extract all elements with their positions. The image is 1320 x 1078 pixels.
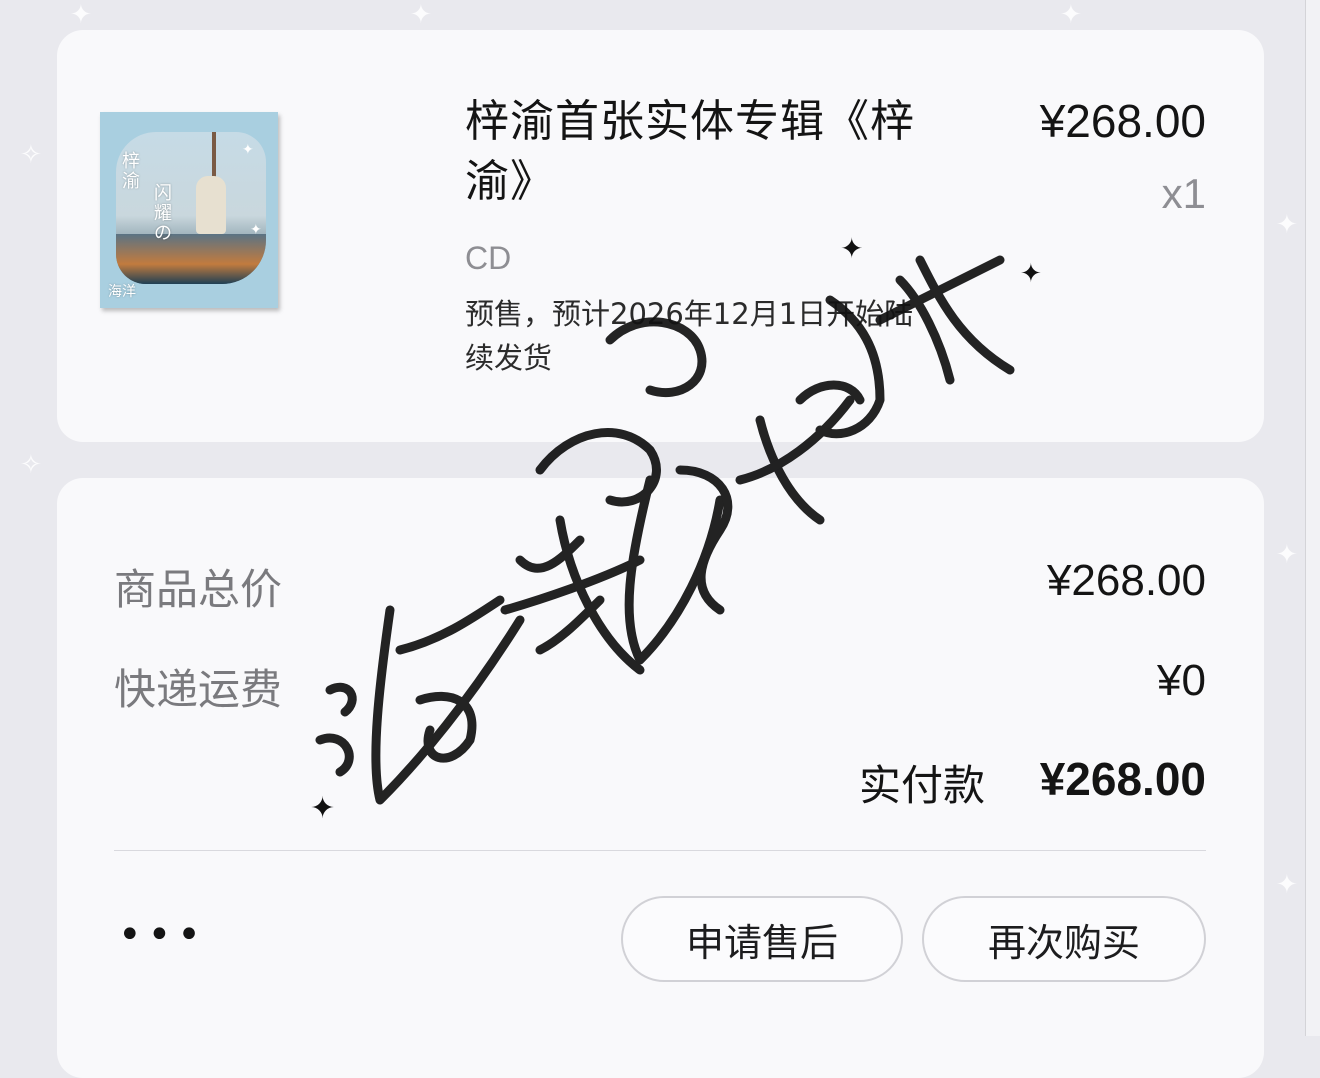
right-edge-strip: [1305, 0, 1320, 1036]
sparkle-icon: ✦: [1276, 870, 1298, 900]
apply-aftersale-button[interactable]: 申请售后: [621, 896, 903, 982]
album-cover-title: 梓渝: [122, 151, 140, 192]
sparkle-icon: ✧: [20, 450, 42, 480]
subtotal-label: 商品总价: [114, 565, 283, 614]
album-figure: [196, 176, 226, 234]
sparkle-icon: ✦: [410, 0, 432, 30]
sparkle-icon: ✦: [242, 142, 254, 158]
sparkle-icon: ✦: [250, 222, 262, 238]
album-box: 梓渝 闪耀の 海洋 ✦ ✦: [100, 112, 278, 308]
sparkle-icon: ✦: [70, 0, 92, 30]
sparkle-icon: ✦: [1276, 210, 1298, 240]
shipping-label: 快递运费: [114, 665, 283, 714]
buy-again-button[interactable]: 再次购买: [922, 896, 1206, 982]
sparkle-icon: ✦: [1060, 0, 1082, 30]
more-dots-icon[interactable]: •••: [118, 912, 207, 958]
product-variant: CD: [465, 240, 512, 276]
product-price: ¥268.00: [1039, 95, 1206, 147]
sparkle-icon: ✦: [1276, 540, 1298, 570]
presale-note: 预售，预计2026年12月1日开始陆续发货: [465, 297, 914, 375]
album-cover-caption: 海洋: [108, 284, 136, 300]
divider: [114, 850, 1206, 851]
subtotal-value: ¥268.00: [1046, 556, 1206, 605]
paid-value: ¥268.00: [1039, 753, 1206, 805]
product-title[interactable]: 梓渝首张实体专辑《梓渝》: [465, 92, 965, 212]
shipping-value: ¥0: [1157, 656, 1206, 705]
album-cover-subtitle: 闪耀の: [154, 183, 172, 244]
product-quantity: x1: [1161, 170, 1206, 217]
album-boat: [116, 234, 266, 284]
paid-label: 实付款: [858, 761, 985, 810]
album-cover-image[interactable]: 梓渝 闪耀の 海洋 ✦ ✦: [100, 112, 278, 308]
sparkle-icon: ✧: [20, 140, 42, 170]
